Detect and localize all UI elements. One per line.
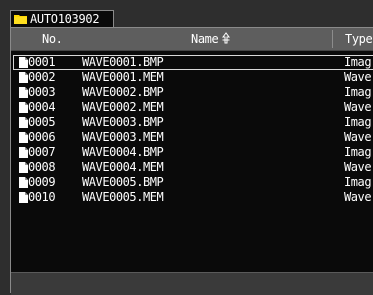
file-type: Imag [344,145,372,159]
file-row[interactable]: 0007 WAVE0004.BMP Imag [13,145,373,160]
file-type: Wave [344,130,372,144]
file-icon [19,147,28,158]
file-number: 0009 [28,175,56,189]
file-type: Imag [344,55,372,69]
file-number: 0007 [28,145,56,159]
file-row[interactable]: 0009 WAVE0005.BMP Imag [13,175,373,190]
file-name: WAVE0002.MEM [82,100,164,114]
file-number: 0006 [28,130,56,144]
file-type: Wave [344,190,372,204]
file-name: WAVE0004.BMP [82,145,164,159]
file-row[interactable]: 0008 WAVE0004.MEM Wave [13,160,373,175]
file-type: Wave [344,70,372,84]
file-row[interactable]: 0005 WAVE0003.BMP Imag [13,115,373,130]
file-row[interactable]: 0003 WAVE0002.BMP Imag [13,85,373,100]
file-name: WAVE0005.BMP [82,175,164,189]
file-name: WAVE0002.BMP [82,85,164,99]
file-name: WAVE0004.MEM [82,160,164,174]
file-list-panel: No. Name Type 0001 WAVE0001.BMP Imag 0002 WA… [10,27,373,295]
column-header: No. Name Type [11,28,373,51]
file-icon [19,72,28,83]
file-icon [19,57,28,68]
file-row[interactable]: 0006 WAVE0003.MEM Wave [13,130,373,145]
file-name: WAVE0001.MEM [82,70,164,84]
file-type: Imag [344,115,372,129]
file-number: 0003 [28,85,56,99]
sort-ascending-icon [222,32,230,44]
file-row[interactable]: 0004 WAVE0002.MEM Wave [13,100,373,115]
file-icon [19,117,28,128]
file-number: 0010 [28,190,56,204]
file-row[interactable]: 0001 WAVE0001.BMP Imag [13,55,373,70]
column-header-name[interactable]: Name [191,32,219,46]
file-name: WAVE0003.MEM [82,130,164,144]
file-type: Wave [344,100,372,114]
file-type: Imag [344,85,372,99]
column-header-type[interactable]: Type [345,32,373,46]
file-icon [19,192,28,203]
file-name: WAVE0005.MEM [82,190,164,204]
column-header-no[interactable]: No. [42,32,63,46]
file-number: 0008 [28,160,56,174]
file-name: WAVE0001.BMP [82,55,164,69]
file-number: 0001 [28,55,56,69]
file-type: Imag [344,175,372,189]
file-name: WAVE0003.BMP [82,115,164,129]
folder-tab[interactable]: AUTO103902 [10,10,114,27]
file-icon [19,102,28,113]
file-icon [19,177,28,188]
folder-tab-label: AUTO103902 [30,12,100,26]
column-divider[interactable] [332,30,333,48]
file-number: 0005 [28,115,56,129]
file-type: Wave [344,160,372,174]
file-number: 0004 [28,100,56,114]
file-row[interactable]: 0010 WAVE0005.MEM Wave [13,190,373,205]
folder-icon [14,15,27,24]
file-number: 0002 [28,70,56,84]
file-icon [19,87,28,98]
file-icon [19,162,28,173]
file-row[interactable]: 0002 WAVE0001.MEM Wave [13,70,373,85]
status-bar [11,272,373,295]
file-icon [19,132,28,143]
